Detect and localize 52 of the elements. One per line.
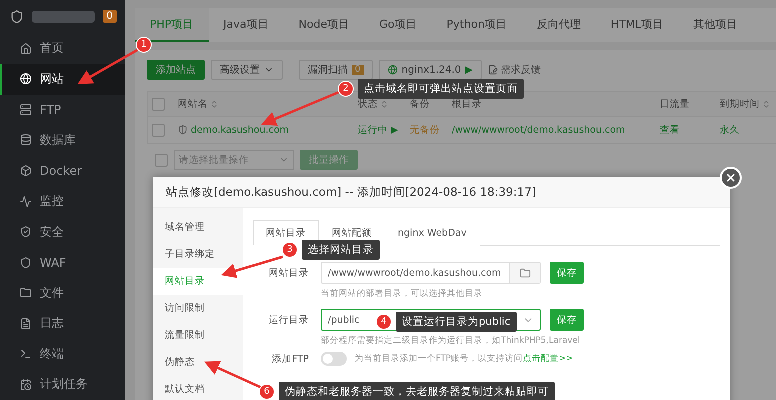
advanced-settings-dropdown[interactable]: 高级设置 [211,60,283,80]
annotation-tooltip: 点击域名即可弹出站点设置页面 [358,79,524,99]
annotation-tooltip: 伪静态和老服务器一致，去老服务器复制过来粘贴即可 [279,382,555,400]
nav-item[interactable]: 网站 [0,64,125,95]
dialog-menu-item[interactable]: 流量限制 [153,322,243,349]
nav-item[interactable]: WAF [0,247,125,278]
dialog-menu-item[interactable]: 伪静态 [153,349,243,376]
nav-item[interactable]: 计划任务 [0,370,125,400]
add-site-button[interactable]: 添加站点 [147,60,205,80]
status-text[interactable]: 运行中 [358,124,388,136]
dialog-title: 站点修改[demo.kasushou.com] -- 添加时间[2024-08-16 18:39:17] [153,177,730,208]
save-button[interactable]: 保存 [550,262,584,284]
nav-item[interactable]: 日志 [0,308,125,339]
column-header[interactable]: 日流量 [660,98,690,110]
site-name-link[interactable]: demo.kasushou.com [191,124,290,136]
dialog-menu-item[interactable]: 网站目录 [153,268,243,295]
save-button[interactable]: 保存 [550,309,584,331]
play-glyph[interactable]: ▶ [391,124,398,136]
column-header[interactable]: 网站名 [178,98,208,110]
dialog-menu-item[interactable]: 域名管理 [153,214,243,241]
annotation-tooltip: 选择网站目录 [302,240,380,260]
nav-item[interactable]: 监控 [0,186,125,217]
dialog-menu-item[interactable]: 默认文档 [153,376,243,400]
vulnerability-scan-button[interactable]: 漏洞扫描 0 [299,60,373,80]
nav-item[interactable]: 数据库 [0,125,125,156]
nav-item[interactable]: 安全 [0,216,125,248]
dialog-menu-item[interactable]: 子目录绑定 [153,241,243,268]
column-header[interactable]: 备份 [410,98,430,110]
configure-link[interactable]: 点击配置>> [523,354,574,364]
field-label: 运行目录 [268,314,309,326]
feedback-link[interactable]: 需求反馈 [488,63,541,77]
field-hint: 部分程序需要指定二级目录作为运行目录，如ThinkPHP5,Laravel [321,335,582,347]
path-field[interactable]: /www/wwwroot/demo.kasushou.com [321,262,541,284]
field-label: 添加FTP [271,352,309,366]
field-hint: 当前网站的部署目录，可以选择其他目录 [321,288,484,300]
nav-item[interactable]: 文件 [0,278,125,308]
column-header[interactable]: 根目录 [452,98,482,110]
expiry-text[interactable]: 永久 [720,124,740,136]
field-label: 网站目录 [268,266,309,280]
nav-item[interactable]: Docker [0,156,125,186]
nav-item[interactable]: 终端 [0,338,125,370]
dialog-menu-item[interactable]: 访问限制 [153,295,243,322]
column-header[interactable]: 到期时间 [720,98,760,110]
ftp-hint: 为当前目录添加一个FTP账号，以支持访问点击配置>> [355,353,574,365]
notification-badge[interactable]: 0 [102,10,117,24]
root-path-link[interactable]: /www/wwwroot/demo.kasushou.com [452,124,626,136]
traffic-link[interactable]: 查看 [660,124,680,136]
nav-item[interactable]: FTP [0,94,125,126]
column-header[interactable]: 状态 [358,98,378,110]
nav-item[interactable]: 首页 [0,34,125,64]
project-tab[interactable]: PHP项目 [135,8,209,42]
annotation-tooltip: 设置运行目录为public [396,312,517,332]
